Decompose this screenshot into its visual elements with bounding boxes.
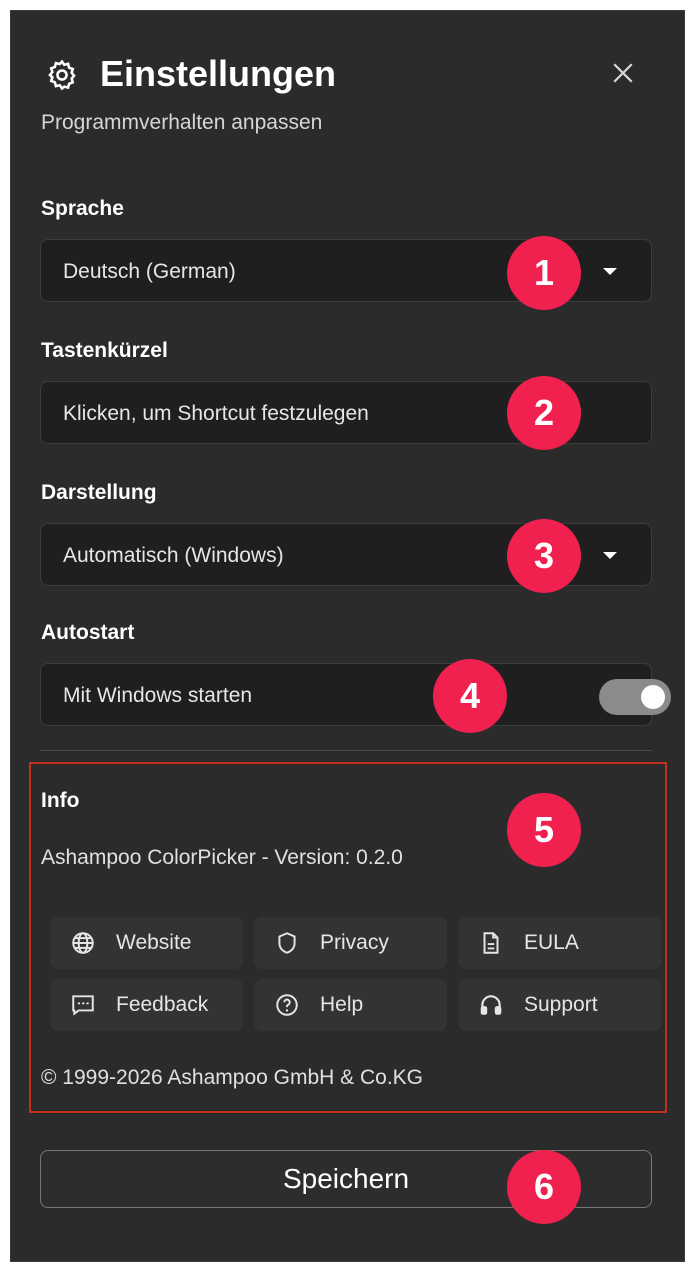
autostart-toggle[interactable]: [599, 679, 671, 715]
website-button[interactable]: Website: [50, 917, 243, 969]
chevron-down-icon: [603, 552, 617, 559]
headset-icon: [480, 995, 502, 1015]
page-title: Einstellungen: [100, 53, 337, 94]
appearance-value: Automatisch (Windows): [63, 544, 284, 567]
chevron-down-icon: [603, 268, 617, 275]
close-icon[interactable]: [608, 58, 638, 88]
appearance-label: Darstellung: [41, 481, 157, 504]
autostart-row: Mit Windows starten: [40, 663, 671, 726]
document-icon: [483, 932, 499, 954]
toggle-knob: [641, 685, 665, 709]
feedback-button[interactable]: Feedback: [50, 979, 243, 1031]
shortcut-label: Tastenkürzel: [41, 339, 168, 362]
website-label: Website: [116, 931, 192, 954]
language-value: Deutsch (German): [63, 260, 236, 283]
annotation-badge-3: 3: [507, 519, 581, 593]
shortcut-placeholder: Klicken, um Shortcut festzulegen: [63, 402, 369, 425]
support-label: Support: [524, 993, 598, 1016]
annotation-badge-5: 5: [507, 793, 581, 867]
gear-icon: [48, 59, 76, 91]
version-text: Ashampoo ColorPicker - Version: 0.2.0: [41, 846, 403, 869]
feedback-label: Feedback: [116, 993, 209, 1016]
info-title: Info: [41, 789, 80, 812]
chat-icon: [72, 995, 94, 1016]
language-label: Sprache: [41, 197, 124, 220]
help-label: Help: [320, 993, 364, 1016]
help-button[interactable]: Help: [254, 979, 447, 1031]
shield-icon: [278, 932, 296, 954]
autostart-option-label: Mit Windows starten: [63, 684, 253, 707]
annotation-badge-4: 4: [433, 659, 507, 733]
privacy-label: Privacy: [320, 931, 389, 954]
help-icon: [276, 994, 298, 1016]
copyright-text: © 1999-2026 Ashampoo GmbH & Co.KG: [41, 1066, 424, 1089]
eula-label: EULA: [524, 931, 579, 954]
annotation-badge-6: 6: [507, 1150, 581, 1224]
page-subtitle: Programmverhalten anpassen: [41, 111, 323, 134]
annotation-badge-1: 1: [507, 236, 581, 310]
globe-icon: [72, 932, 94, 954]
support-button[interactable]: Support: [458, 979, 662, 1031]
eula-button[interactable]: EULA: [458, 917, 662, 969]
divider: [40, 750, 652, 751]
privacy-button[interactable]: Privacy: [254, 917, 447, 969]
annotation-badge-2: 2: [507, 376, 581, 450]
autostart-label: Autostart: [41, 621, 135, 644]
